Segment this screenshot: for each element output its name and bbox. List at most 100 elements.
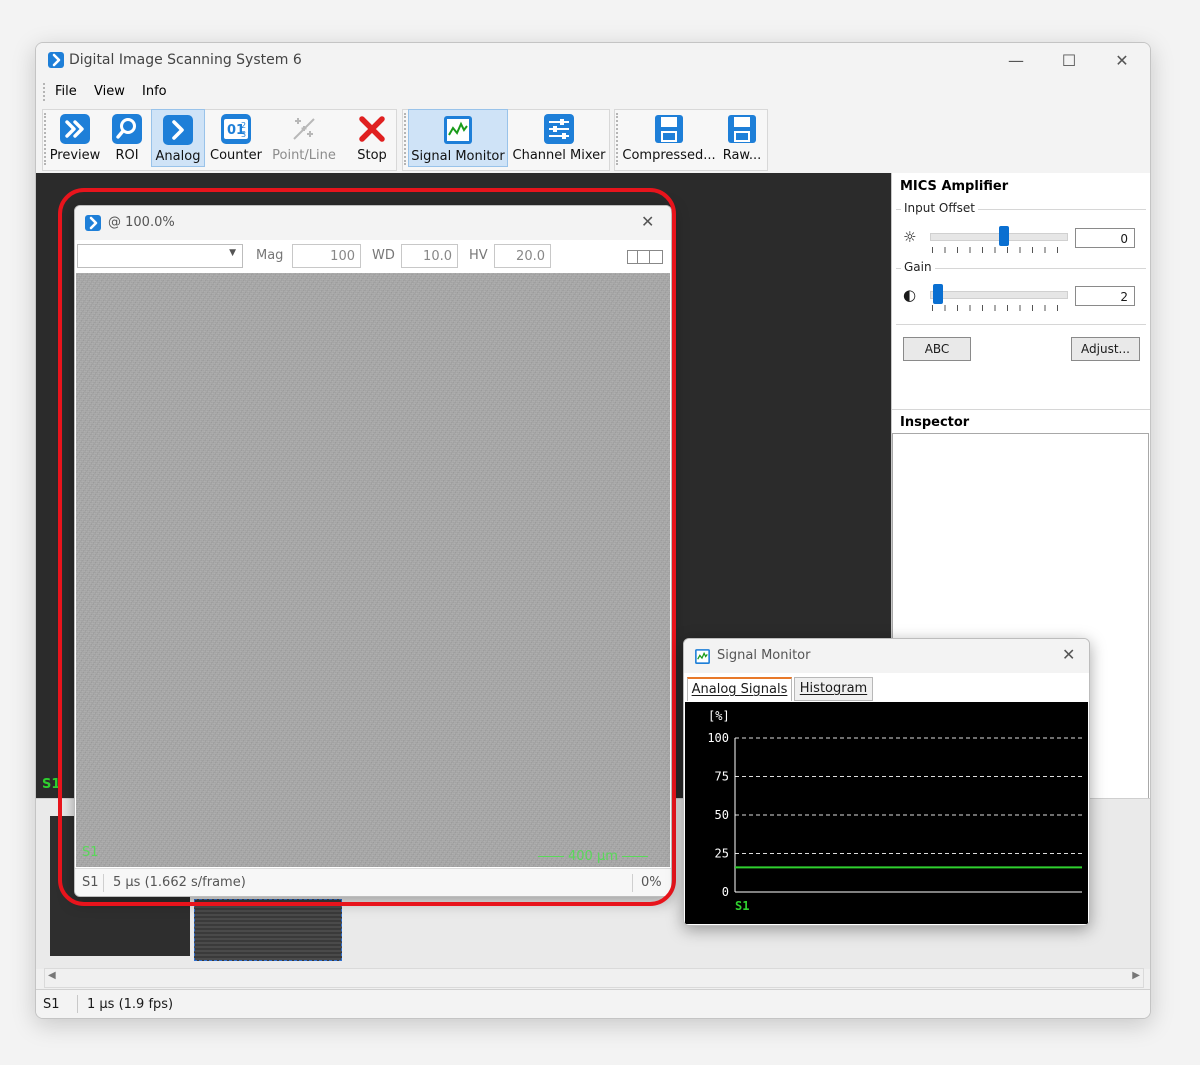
menu-view[interactable]: View: [94, 84, 125, 99]
floppy-disk-icon: [728, 115, 756, 143]
y-tick-label: 75: [715, 770, 729, 784]
signal-monitor-button[interactable]: Signal Monitor: [408, 109, 508, 167]
workspace-channel-label: S1: [42, 777, 61, 792]
fast-forward-icon: [60, 114, 90, 144]
scroll-left-icon[interactable]: ◀: [48, 970, 56, 981]
mics-amplifier-title: MICS Amplifier: [900, 179, 1009, 194]
stop-label: Stop: [357, 148, 387, 163]
title-bar: Digital Image Scanning System 6 — ☐ ✕: [36, 43, 1150, 77]
chevron-right-icon: [163, 115, 193, 145]
svg-text:3: 3: [241, 130, 246, 139]
input-offset-label: Input Offset: [901, 201, 978, 215]
stop-x-icon: [359, 116, 385, 142]
hv-field[interactable]: 20.0: [494, 244, 551, 268]
gain-field[interactable]: 2: [1075, 286, 1135, 306]
image-status-progress: 0%: [641, 875, 662, 890]
signal-window-close-icon[interactable]: ✕: [1062, 645, 1075, 664]
point-line-icon: [293, 118, 315, 140]
mag-field[interactable]: 100: [292, 244, 361, 268]
image-channel-overlay: S1: [82, 845, 99, 860]
brightness-icon: ☼: [903, 228, 917, 246]
wd-field[interactable]: 10.0: [401, 244, 458, 268]
gain-track[interactable]: [930, 291, 1068, 299]
scale-bar-label: 400 µm: [568, 849, 618, 864]
signal-chart-svg: [%] 100 75 50 25 0 S1: [707, 709, 1082, 913]
y-tick-label: 25: [715, 847, 729, 861]
mics-separator: [896, 324, 1146, 325]
chart-unit-label: [%]: [708, 709, 730, 723]
inspector-title: Inspector: [900, 415, 970, 430]
menu-info[interactable]: Info: [142, 84, 167, 99]
gain-ticks: [932, 305, 1065, 311]
channel-mixer-button[interactable]: Channel Mixer: [512, 109, 606, 167]
abc-button[interactable]: ABC: [903, 337, 971, 361]
sem-image[interactable]: S1 400 µm: [76, 273, 670, 867]
image-status-timing: 5 µs (1.662 s/frame): [113, 875, 246, 890]
scale-bar-line-right: [621, 856, 648, 857]
layout-toggle-icon[interactable]: [627, 250, 663, 264]
thumbnail-selected[interactable]: [194, 899, 342, 961]
svg-text:2: 2: [241, 121, 246, 130]
signal-monitor-icon: [695, 649, 710, 664]
gain-slider[interactable]: [932, 284, 943, 304]
y-tick-label: 0: [722, 885, 729, 899]
input-offset-slider[interactable]: [999, 226, 1010, 246]
compressed-save-button[interactable]: Compressed...: [622, 109, 716, 167]
counter-label: Counter: [210, 148, 262, 163]
hv-label: HV: [469, 248, 488, 263]
counter-button[interactable]: 01 2 3 Counter: [208, 109, 264, 167]
dropdown-arrow-icon: ▼: [229, 248, 236, 258]
image-window-close-icon[interactable]: ✕: [641, 212, 654, 231]
toolbar-grip: [616, 113, 620, 165]
signal-monitor-label: Signal Monitor: [411, 149, 505, 164]
scroll-right-icon[interactable]: ▶: [1132, 970, 1140, 981]
window-title: Digital Image Scanning System 6: [69, 52, 302, 68]
tab-analog-signals[interactable]: Analog Signals: [687, 677, 792, 701]
preview-label: Preview: [49, 148, 101, 163]
y-tick-label: 50: [715, 808, 729, 822]
input-offset-field[interactable]: 0: [1075, 228, 1135, 248]
app-logo-icon: [85, 215, 101, 231]
status-bar: S1 1 µs (1.9 fps): [36, 989, 1150, 1018]
roi-button[interactable]: ROI: [107, 109, 147, 167]
contrast-icon: ◐: [903, 286, 917, 304]
status-timing: 1 µs (1.9 fps): [87, 997, 174, 1012]
close-button[interactable]: ✕: [1099, 43, 1145, 77]
stop-button[interactable]: Stop: [348, 109, 396, 167]
status-divider: [103, 874, 104, 892]
minimize-button[interactable]: —: [993, 43, 1039, 77]
chart-channel-label: S1: [735, 899, 749, 913]
status-divider: [77, 995, 78, 1013]
app-logo-icon: [48, 52, 64, 68]
raw-save-button[interactable]: Raw...: [720, 109, 764, 167]
mag-label: Mag: [256, 248, 284, 263]
magnifier-icon: [112, 114, 142, 144]
signal-window-title: Signal Monitor: [717, 648, 811, 663]
menu-grip: [43, 83, 47, 101]
image-status-channel: S1: [82, 875, 99, 890]
image-viewer-window: @ 100.0% ✕ ▼ Mag 100 WD 10.0 HV 20.0 S1 …: [74, 205, 672, 897]
point-line-button[interactable]: Point/Line: [268, 109, 340, 167]
toolbar: Preview ROI Analog 01 2 3 Counter Point/Li…: [36, 107, 1150, 174]
point-line-label: Point/Line: [272, 148, 336, 163]
status-channel: S1: [43, 997, 60, 1012]
counter-digits-icon: 0123: [221, 114, 251, 144]
detector-dropdown[interactable]: ▼: [77, 244, 243, 268]
scale-bar-line-left: [538, 856, 564, 857]
horizontal-scrollbar[interactable]: ◀ ▶: [44, 968, 1144, 988]
signal-monitor-window: Signal Monitor ✕ Analog Signals Histogra…: [683, 638, 1090, 926]
menu-file[interactable]: File: [55, 84, 77, 99]
tab-histogram[interactable]: Histogram: [794, 677, 873, 701]
analog-button[interactable]: Analog: [151, 109, 205, 167]
raw-save-label: Raw...: [722, 148, 762, 163]
preview-button[interactable]: Preview: [48, 109, 102, 167]
signal-monitor-icon: [444, 116, 472, 144]
channel-mixer-label: Channel Mixer: [512, 148, 606, 163]
adjust-button[interactable]: Adjust...: [1071, 337, 1140, 361]
scale-bar: 400 µm: [538, 849, 648, 864]
maximize-button[interactable]: ☐: [1046, 43, 1092, 77]
y-tick-label: 100: [707, 731, 729, 745]
floppy-disk-icon: [655, 115, 683, 143]
image-window-statusbar: S1 5 µs (1.662 s/frame) 0%: [75, 868, 671, 896]
compressed-save-label: Compressed...: [622, 148, 716, 163]
